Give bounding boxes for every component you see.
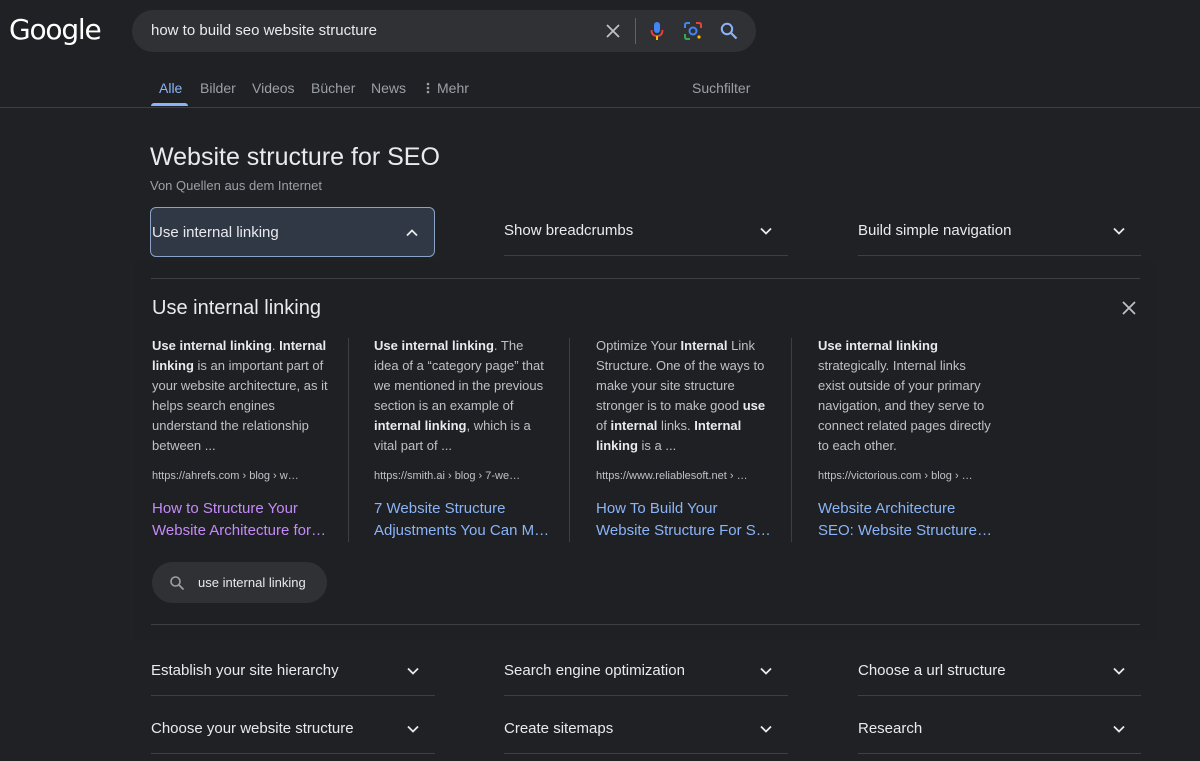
tab-books[interactable]: Bücher (311, 80, 355, 96)
source-card: Use internal linking. Internal linking i… (152, 336, 328, 539)
source-link-line: Website Architecture (818, 500, 956, 517)
source-link-line: Adjustments You Can M… (374, 522, 550, 539)
chip-label: Choose a url structure (858, 662, 1006, 679)
chevron-down-icon (760, 667, 772, 675)
source-url[interactable]: https://ahrefs.com › blog › w… (152, 470, 299, 482)
chevron-down-icon (1113, 227, 1125, 235)
search-tabs: Alle Bilder Videos Bücher News Mehr Such… (0, 70, 1200, 108)
source-url[interactable]: https://victorious.com › blog › … (818, 470, 973, 482)
panel-title: Website structure for SEO (150, 143, 440, 171)
search-tools-button[interactable]: Suchfilter (692, 80, 750, 96)
search-icon[interactable] (718, 20, 740, 42)
expanded-title: Use internal linking (152, 297, 321, 319)
google-lens-icon[interactable] (682, 20, 704, 42)
source-link-line: SEO: Website Structure … (818, 522, 994, 539)
chip-establish-site-hierarchy[interactable]: Establish your site hierarchy (151, 646, 435, 696)
source-url[interactable]: https://smith.ai › blog › 7-we… (374, 470, 520, 482)
search-input[interactable]: how to build seo website structure (151, 22, 377, 39)
source-snippet: Optimize Your Internal Link Structure. O… (596, 338, 766, 453)
source-url[interactable]: https://www.reliablesoft.net › … (596, 470, 748, 482)
chip-choose-url-structure[interactable]: Choose a url structure (858, 646, 1141, 696)
source-card: Use internal linking. The idea of a “cat… (374, 336, 550, 539)
chip-show-breadcrumbs[interactable]: Show breadcrumbs (504, 206, 788, 256)
chip-label: Search engine optimization (504, 662, 685, 679)
chevron-down-icon (760, 227, 772, 235)
more-vert-icon (426, 82, 430, 94)
chip-search-engine-optimization[interactable]: Search engine optimization (504, 646, 788, 696)
active-tab-indicator (151, 103, 188, 106)
source-link-line: Website Structure For S… (596, 522, 771, 539)
tab-more-label: Mehr (437, 80, 469, 96)
chip-label: Show breadcrumbs (504, 222, 634, 239)
source-link[interactable]: Website Architecture SEO: Website Struct… (818, 498, 994, 542)
source-link[interactable]: How To Build Your Website Structure For … (596, 498, 772, 542)
microphone-icon[interactable] (646, 20, 668, 42)
google-logo[interactable]: Google (9, 13, 102, 46)
source-link-line: Website Architecture for… (152, 522, 326, 539)
clear-icon[interactable] (602, 20, 624, 42)
chip-label: Build simple navigation (858, 222, 1012, 239)
column-divider (569, 338, 570, 542)
close-icon[interactable] (1120, 299, 1138, 317)
source-link[interactable]: 7 Website Structure Adjustments You Can … (374, 498, 550, 542)
chevron-down-icon (407, 725, 419, 733)
chip-build-simple-navigation[interactable]: Build simple navigation (858, 206, 1141, 256)
chip-label: Choose your website structure (151, 720, 354, 737)
tab-news[interactable]: News (371, 80, 406, 96)
chip-label: Research (858, 720, 923, 737)
search-icon (170, 576, 185, 591)
tab-videos[interactable]: Videos (252, 80, 295, 96)
source-card: Optimize Your Internal Link Structure. O… (596, 336, 772, 539)
source-link-line: How To Build Your (596, 500, 718, 517)
divider (151, 624, 1140, 625)
source-card: Use internal linking strategically. Inte… (818, 336, 994, 539)
related-search-pill[interactable]: use internal linking (152, 562, 327, 603)
tab-all[interactable]: Alle (159, 80, 182, 96)
chevron-down-icon (1113, 725, 1125, 733)
chevron-up-icon (406, 229, 418, 237)
column-divider (348, 338, 349, 542)
chip-label: Use internal linking (152, 223, 279, 241)
divider (151, 278, 1140, 279)
chevron-down-icon (1113, 667, 1125, 675)
chip-label: Establish your site hierarchy (151, 662, 339, 679)
source-link[interactable]: How to Structure Your Website Architectu… (152, 498, 328, 542)
source-snippet: Use internal linking strategically. Inte… (818, 338, 991, 453)
source-snippet: Use internal linking. The idea of a “cat… (374, 338, 544, 453)
source-snippet: Use internal linking. Internal linking i… (152, 338, 328, 453)
chip-research[interactable]: Research (858, 704, 1141, 754)
chevron-down-icon (407, 667, 419, 675)
search-divider (635, 18, 636, 44)
panel-subtitle: Von Quellen aus dem Internet (150, 178, 323, 193)
tab-more[interactable]: Mehr (426, 80, 469, 96)
search-bar[interactable]: how to build seo website structure (132, 10, 756, 52)
chevron-down-icon (760, 725, 772, 733)
chip-use-internal-linking[interactable]: Use internal linking (150, 207, 435, 257)
column-divider (791, 338, 792, 542)
source-link-line: How to Structure Your (152, 500, 298, 517)
chip-label: Create sitemaps (504, 720, 614, 737)
tab-images[interactable]: Bilder (200, 80, 236, 96)
chip-create-sitemaps[interactable]: Create sitemaps (504, 704, 788, 754)
source-link-line: 7 Website Structure (374, 500, 506, 517)
chip-choose-website-structure[interactable]: Choose your website structure (151, 704, 435, 754)
related-search-label: use internal linking (198, 575, 306, 590)
